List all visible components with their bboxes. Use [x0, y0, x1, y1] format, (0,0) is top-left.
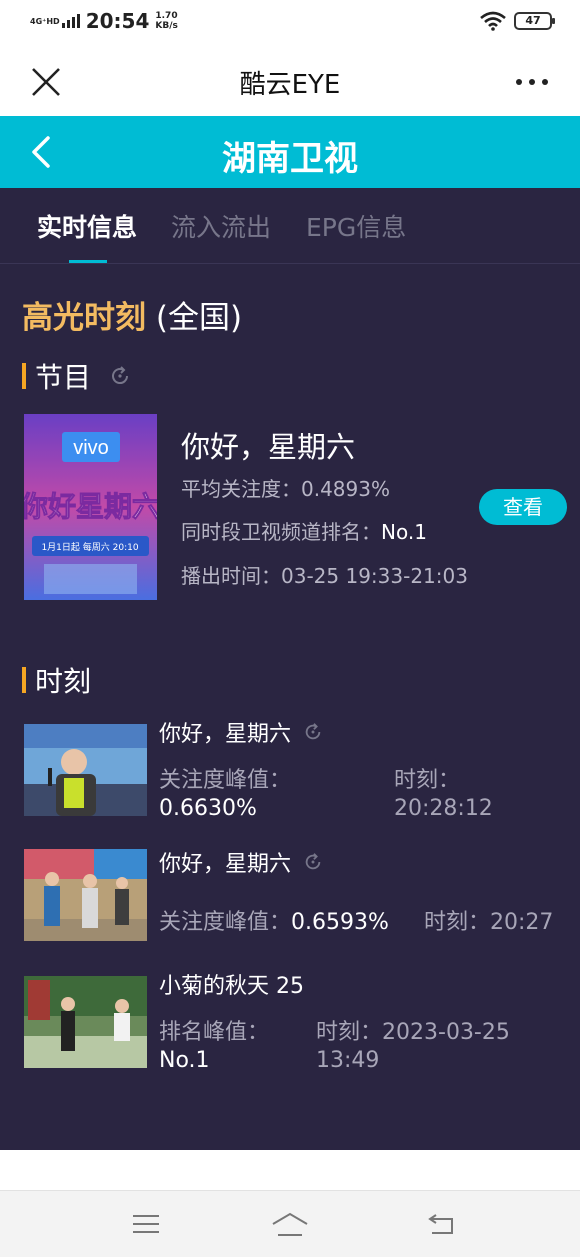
time-row: 时刻：2023-03-25: [316, 1014, 510, 1046]
refresh-icon[interactable]: [303, 852, 323, 872]
more-options-icon[interactable]: [514, 70, 550, 94]
moment-image: [24, 724, 147, 816]
avg-attention-row: 平均关注度：0.4893%: [181, 473, 390, 502]
peak-value: 0.6630%: [159, 796, 257, 821]
moment-title-row: 你好，星期六: [159, 716, 323, 748]
home-icon[interactable]: [270, 1209, 310, 1239]
poster-date: 1月1日起 每周六 20:10: [41, 541, 138, 553]
moments-section-label: 时刻: [35, 665, 92, 698]
back-nav-icon[interactable]: [426, 1209, 458, 1239]
refresh-icon[interactable]: [303, 722, 323, 742]
battery-icon: 47: [514, 12, 555, 30]
tab-realtime-info[interactable]: 实时信息: [37, 208, 137, 244]
peak-value: No.1: [159, 1048, 210, 1073]
moment-thumbnail[interactable]: [24, 849, 147, 941]
airtime-value: 03-25 19:33-21:03: [281, 564, 468, 588]
wifi-icon: [480, 11, 506, 31]
rank-row: 同时段卫视频道排名：No.1: [181, 516, 427, 545]
moment-thumbnail[interactable]: [24, 724, 147, 816]
time-label: 时刻：: [394, 768, 461, 793]
view-button[interactable]: 查看: [479, 489, 567, 525]
moment-name: 你好，星期六: [159, 722, 292, 747]
app-title: 酷云EYE: [239, 70, 341, 100]
time-value: 20:27: [490, 910, 554, 935]
poster-brand: vivo: [73, 437, 109, 459]
moment-title-row: 小菊的秋天 25: [159, 968, 304, 1000]
channel-header: 湖南卫视: [0, 116, 580, 188]
highlight-title-main: 高光时刻: [22, 300, 146, 336]
peak-label: 排名峰值：: [159, 1020, 270, 1045]
menu-icon[interactable]: [130, 1209, 162, 1239]
airtime-row: 播出时间：03-25 19:33-21:03: [181, 560, 468, 589]
refresh-icon[interactable]: [109, 365, 131, 387]
peak-label: 关注度峰值：0.6593%: [159, 904, 389, 936]
status-time: 20:54: [85, 9, 150, 33]
signal-icon: [61, 14, 80, 28]
speed-value: 1.70: [155, 11, 178, 21]
program-poster-image: vivo 你好星期六 1月1日起 每周六 20:10: [24, 414, 157, 600]
speed-unit: KB/s: [155, 21, 178, 31]
highlight-title-scope: (全国): [146, 300, 243, 336]
time-label: 时刻：: [424, 910, 491, 935]
program-thumbnail[interactable]: vivo 你好星期六 1月1日起 每周六 20:10: [24, 414, 157, 600]
tab-inflow-outflow[interactable]: 流入流出: [171, 208, 271, 244]
moment-name: 小菊的秋天 25: [159, 974, 304, 999]
rank-value: No.1: [381, 520, 427, 544]
moment-name: 你好，星期六: [159, 852, 292, 877]
channel-title: 湖南卫视: [222, 139, 358, 179]
time-value: 20:28:12: [394, 796, 493, 821]
status-right: 47: [480, 11, 555, 31]
network-type: 4G⁺HD: [30, 16, 60, 26]
rank-label: 同时段卫视频道排名：: [181, 520, 381, 544]
peak-value: 0.6593%: [291, 910, 389, 935]
airtime-label: 播出时间：: [181, 564, 281, 588]
time-value-clock: 13:49: [316, 1048, 380, 1073]
section-bar: [22, 667, 26, 693]
status-bar: 4G⁺HD 20:54 1.70 KB/s 47: [0, 0, 580, 44]
time-row: 时刻：20:27: [424, 904, 553, 936]
system-nav-bar: [0, 1190, 580, 1257]
active-tab-indicator: [69, 260, 107, 263]
app-bar: 酷云EYE: [0, 44, 580, 116]
time-value-date: 2023-03-25: [382, 1020, 510, 1045]
moment-image: [24, 849, 147, 941]
main-content: 实时信息 流入流出 EPG信息 高光时刻 (全国) 节目 vivo 你好星期六 …: [0, 188, 580, 1150]
status-left: 4G⁺HD 20:54 1.70 KB/s: [30, 9, 178, 33]
network-speed: 1.70 KB/s: [155, 11, 177, 31]
moment-image: [24, 976, 147, 1068]
bottom-spacer: [0, 1150, 580, 1190]
tab-bar: 实时信息 流入流出 EPG信息: [0, 188, 580, 264]
svg-text:你好星期六: 你好星期六: [24, 490, 157, 523]
tab-epg-info[interactable]: EPG信息: [306, 208, 406, 244]
moment-title-row: 你好，星期六: [159, 846, 323, 878]
program-section-label: 节目: [35, 361, 92, 394]
program-name: 你好，星期六: [181, 430, 356, 464]
program-section-header: 节目: [22, 356, 131, 396]
time-label: 时刻：: [316, 1020, 383, 1045]
moment-thumbnail[interactable]: [24, 976, 147, 1068]
highlight-title: 高光时刻 (全国): [22, 292, 242, 337]
moments-section-header: 时刻: [22, 660, 91, 700]
section-bar: [22, 363, 26, 389]
avg-attention-value: 0.4893%: [301, 477, 390, 501]
peak-label-text: 关注度峰值：: [159, 910, 292, 935]
avg-attention-label: 平均关注度：: [181, 477, 301, 501]
peak-label: 关注度峰值：: [159, 768, 292, 793]
